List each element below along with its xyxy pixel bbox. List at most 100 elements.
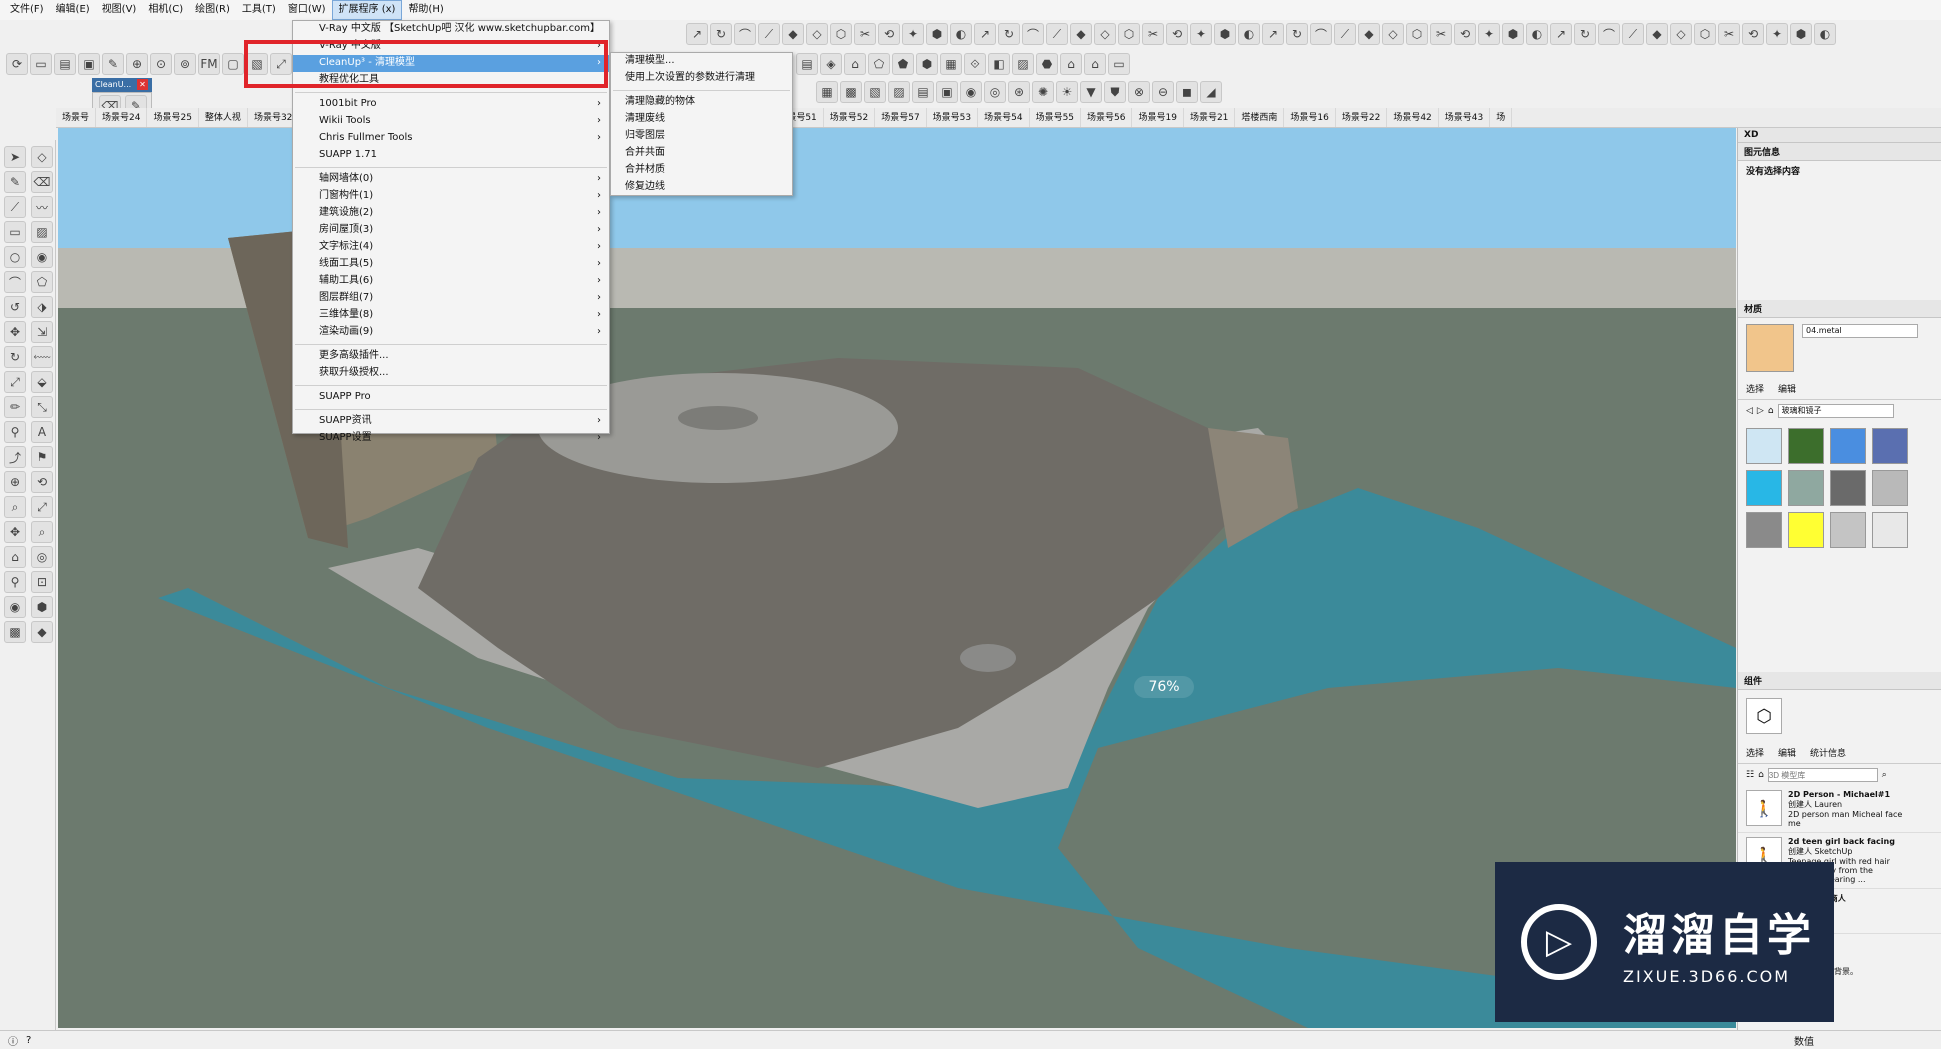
extensions-menu-item[interactable]: 房间屋顶(3) › (293, 222, 609, 239)
top-tool-icon-24[interactable]: ↗ (1262, 23, 1284, 45)
top-tool-icon-3[interactable]: ⟋ (758, 23, 780, 45)
left-tool-icon-38[interactable]: ▩ (4, 621, 26, 643)
extensions-menu-item[interactable]: SUAPP 1.71 (293, 147, 609, 164)
left-tool-icon-11[interactable]: ⬠ (31, 271, 53, 293)
scene-tab[interactable]: 场景号24 (96, 108, 148, 127)
scene-tab[interactable]: 塔楼西南 (1235, 108, 1285, 127)
model-tool-icon-6[interactable]: ▦ (940, 53, 962, 75)
render-tool-icon-15[interactable]: ◼ (1176, 81, 1198, 103)
render-tool-icon-8[interactable]: ⊛ (1008, 81, 1030, 103)
left-tool-icon-28[interactable]: ⌕ (4, 496, 26, 518)
top-tool-icon-37[interactable]: ↻ (1574, 23, 1596, 45)
left-tool-icon-3[interactable]: ⌫ (31, 171, 53, 193)
extensions-menu-item[interactable]: Chris Fullmer Tools › (293, 130, 609, 147)
left-tool-icon-9[interactable]: ◉ (31, 246, 53, 268)
cleanup-menu-item[interactable]: 清理模型... (611, 53, 792, 70)
left-tool-icon-5[interactable]: 〰 (31, 196, 53, 218)
top-tool-icon-39[interactable]: ⟋ (1622, 23, 1644, 45)
file-tool-icon-6[interactable]: ⊙ (150, 53, 172, 75)
back-arrow-icon[interactable]: ◁ (1746, 406, 1753, 416)
scene-tab[interactable]: 场景号53 (927, 108, 979, 127)
top-tool-icon-29[interactable]: ◇ (1382, 23, 1404, 45)
top-tool-icon-30[interactable]: ⬡ (1406, 23, 1428, 45)
top-tool-icon-20[interactable]: ⟲ (1166, 23, 1188, 45)
top-tool-icon-16[interactable]: ◆ (1070, 23, 1092, 45)
menu-item-5[interactable]: 工具(T) (236, 0, 282, 20)
render-tool-icon-0[interactable]: ▦ (816, 81, 838, 103)
top-tool-icon-25[interactable]: ↻ (1286, 23, 1308, 45)
top-tool-icon-8[interactable]: ⟲ (878, 23, 900, 45)
top-tool-icon-19[interactable]: ✂ (1142, 23, 1164, 45)
left-tool-icon-18[interactable]: ⤢ (4, 371, 26, 393)
top-tool-icon-47[interactable]: ◐ (1814, 23, 1836, 45)
left-tool-icon-17[interactable]: ⬳ (31, 346, 53, 368)
top-tool-icon-17[interactable]: ◇ (1094, 23, 1116, 45)
top-tool-icon-27[interactable]: ⟋ (1334, 23, 1356, 45)
entity-info-header[interactable]: 图元信息 (1738, 143, 1941, 161)
menu-item-6[interactable]: 窗口(W) (282, 0, 332, 20)
extensions-menu-item[interactable]: 文字标注(4) › (293, 239, 609, 256)
top-tool-icon-6[interactable]: ⬡ (830, 23, 852, 45)
extensions-menu-item[interactable]: 更多高级插件... (293, 348, 609, 365)
render-tool-icon-9[interactable]: ✺ (1032, 81, 1054, 103)
top-tool-icon-2[interactable]: ⌒ (734, 23, 756, 45)
model-tool-icon-8[interactable]: ◧ (988, 53, 1010, 75)
top-tool-icon-33[interactable]: ✦ (1478, 23, 1500, 45)
material-thumbnail[interactable] (1746, 512, 1782, 548)
top-tool-icon-9[interactable]: ✦ (902, 23, 924, 45)
materials-header[interactable]: 材质 (1738, 300, 1941, 318)
left-tool-icon-26[interactable]: ⊕ (4, 471, 26, 493)
top-tool-icon-46[interactable]: ⬢ (1790, 23, 1812, 45)
extensions-menu-item[interactable]: 获取升级授权... (293, 365, 609, 382)
file-tool-icon-1[interactable]: ▭ (30, 53, 52, 75)
top-tool-icon-28[interactable]: ◆ (1358, 23, 1380, 45)
left-tool-icon-15[interactable]: ⇲ (31, 321, 53, 343)
extensions-menu-item[interactable]: 轴网墙体(0) › (293, 171, 609, 188)
left-tool-icon-19[interactable]: ⬙ (31, 371, 53, 393)
top-tool-icon-34[interactable]: ⬢ (1502, 23, 1524, 45)
model-tool-icon-5[interactable]: ⬢ (916, 53, 938, 75)
left-tool-icon-24[interactable]: ⤴ (4, 446, 26, 468)
render-tool-icon-3[interactable]: ▨ (888, 81, 910, 103)
top-tool-icon-11[interactable]: ◐ (950, 23, 972, 45)
menu-item-0[interactable]: 文件(F) (4, 0, 50, 20)
extensions-menu-item[interactable]: 门窗构件(1) › (293, 188, 609, 205)
left-tool-icon-23[interactable]: A (31, 421, 53, 443)
left-tool-icon-27[interactable]: ⟲ (31, 471, 53, 493)
extensions-menu-item[interactable]: SUAPP Pro (293, 389, 609, 406)
material-thumbnail[interactable] (1872, 512, 1908, 548)
render-tool-icon-1[interactable]: ▩ (840, 81, 862, 103)
extensions-menu-item[interactable]: 渲染动画(9) › (293, 324, 609, 341)
left-tool-icon-12[interactable]: ↺ (4, 296, 26, 318)
file-tool-icon-7[interactable]: ⊚ (174, 53, 196, 75)
scene-tab[interactable]: 场景号21 (1184, 108, 1236, 127)
scene-tab[interactable]: 场景号55 (1030, 108, 1082, 127)
cleanup-menu-item[interactable]: 清理隐藏的物体 (611, 94, 792, 111)
left-tool-icon-13[interactable]: ⬗ (31, 296, 53, 318)
extensions-menu-item[interactable]: SUAPP设置 › (293, 430, 609, 447)
left-tool-icon-39[interactable]: ◆ (31, 621, 53, 643)
extensions-menu-item[interactable]: V-Ray 中文版 【SketchUp吧 汉化 www.sketchupbar.… (293, 21, 609, 38)
render-tool-icon-13[interactable]: ⊗ (1128, 81, 1150, 103)
view-options-icon[interactable]: ☷ (1746, 770, 1754, 780)
scene-tab[interactable]: 场景号22 (1336, 108, 1388, 127)
scene-tab[interactable]: 场 (1490, 108, 1513, 127)
model-tool-icon-1[interactable]: ◈ (820, 53, 842, 75)
top-tool-icon-36[interactable]: ↗ (1550, 23, 1572, 45)
render-tool-icon-7[interactable]: ◎ (984, 81, 1006, 103)
left-tool-icon-16[interactable]: ↻ (4, 346, 26, 368)
menu-item-7[interactable]: 扩展程序 (x) (331, 0, 403, 20)
file-tool-icon-9[interactable]: ▢ (222, 53, 244, 75)
left-tool-icon-21[interactable]: ⤡ (31, 396, 53, 418)
render-tool-icon-11[interactable]: ▼ (1080, 81, 1102, 103)
forward-arrow-icon[interactable]: ▷ (1757, 406, 1764, 416)
material-thumbnail[interactable] (1788, 512, 1824, 548)
component-tab-edit[interactable]: 编辑 (1778, 746, 1796, 759)
top-tool-icon-26[interactable]: ⌒ (1310, 23, 1332, 45)
top-tool-icon-44[interactable]: ⟲ (1742, 23, 1764, 45)
scene-tab[interactable]: 场景号43 (1439, 108, 1491, 127)
material-thumbnail[interactable] (1872, 428, 1908, 464)
extensions-menu-item[interactable]: 1001bit Pro › (293, 96, 609, 113)
component-list-item[interactable]: 🚶 2D Person - Michael#1 创建人 Lauren 2D perso… (1738, 786, 1941, 833)
left-tool-icon-31[interactable]: ⌕ (31, 521, 53, 543)
